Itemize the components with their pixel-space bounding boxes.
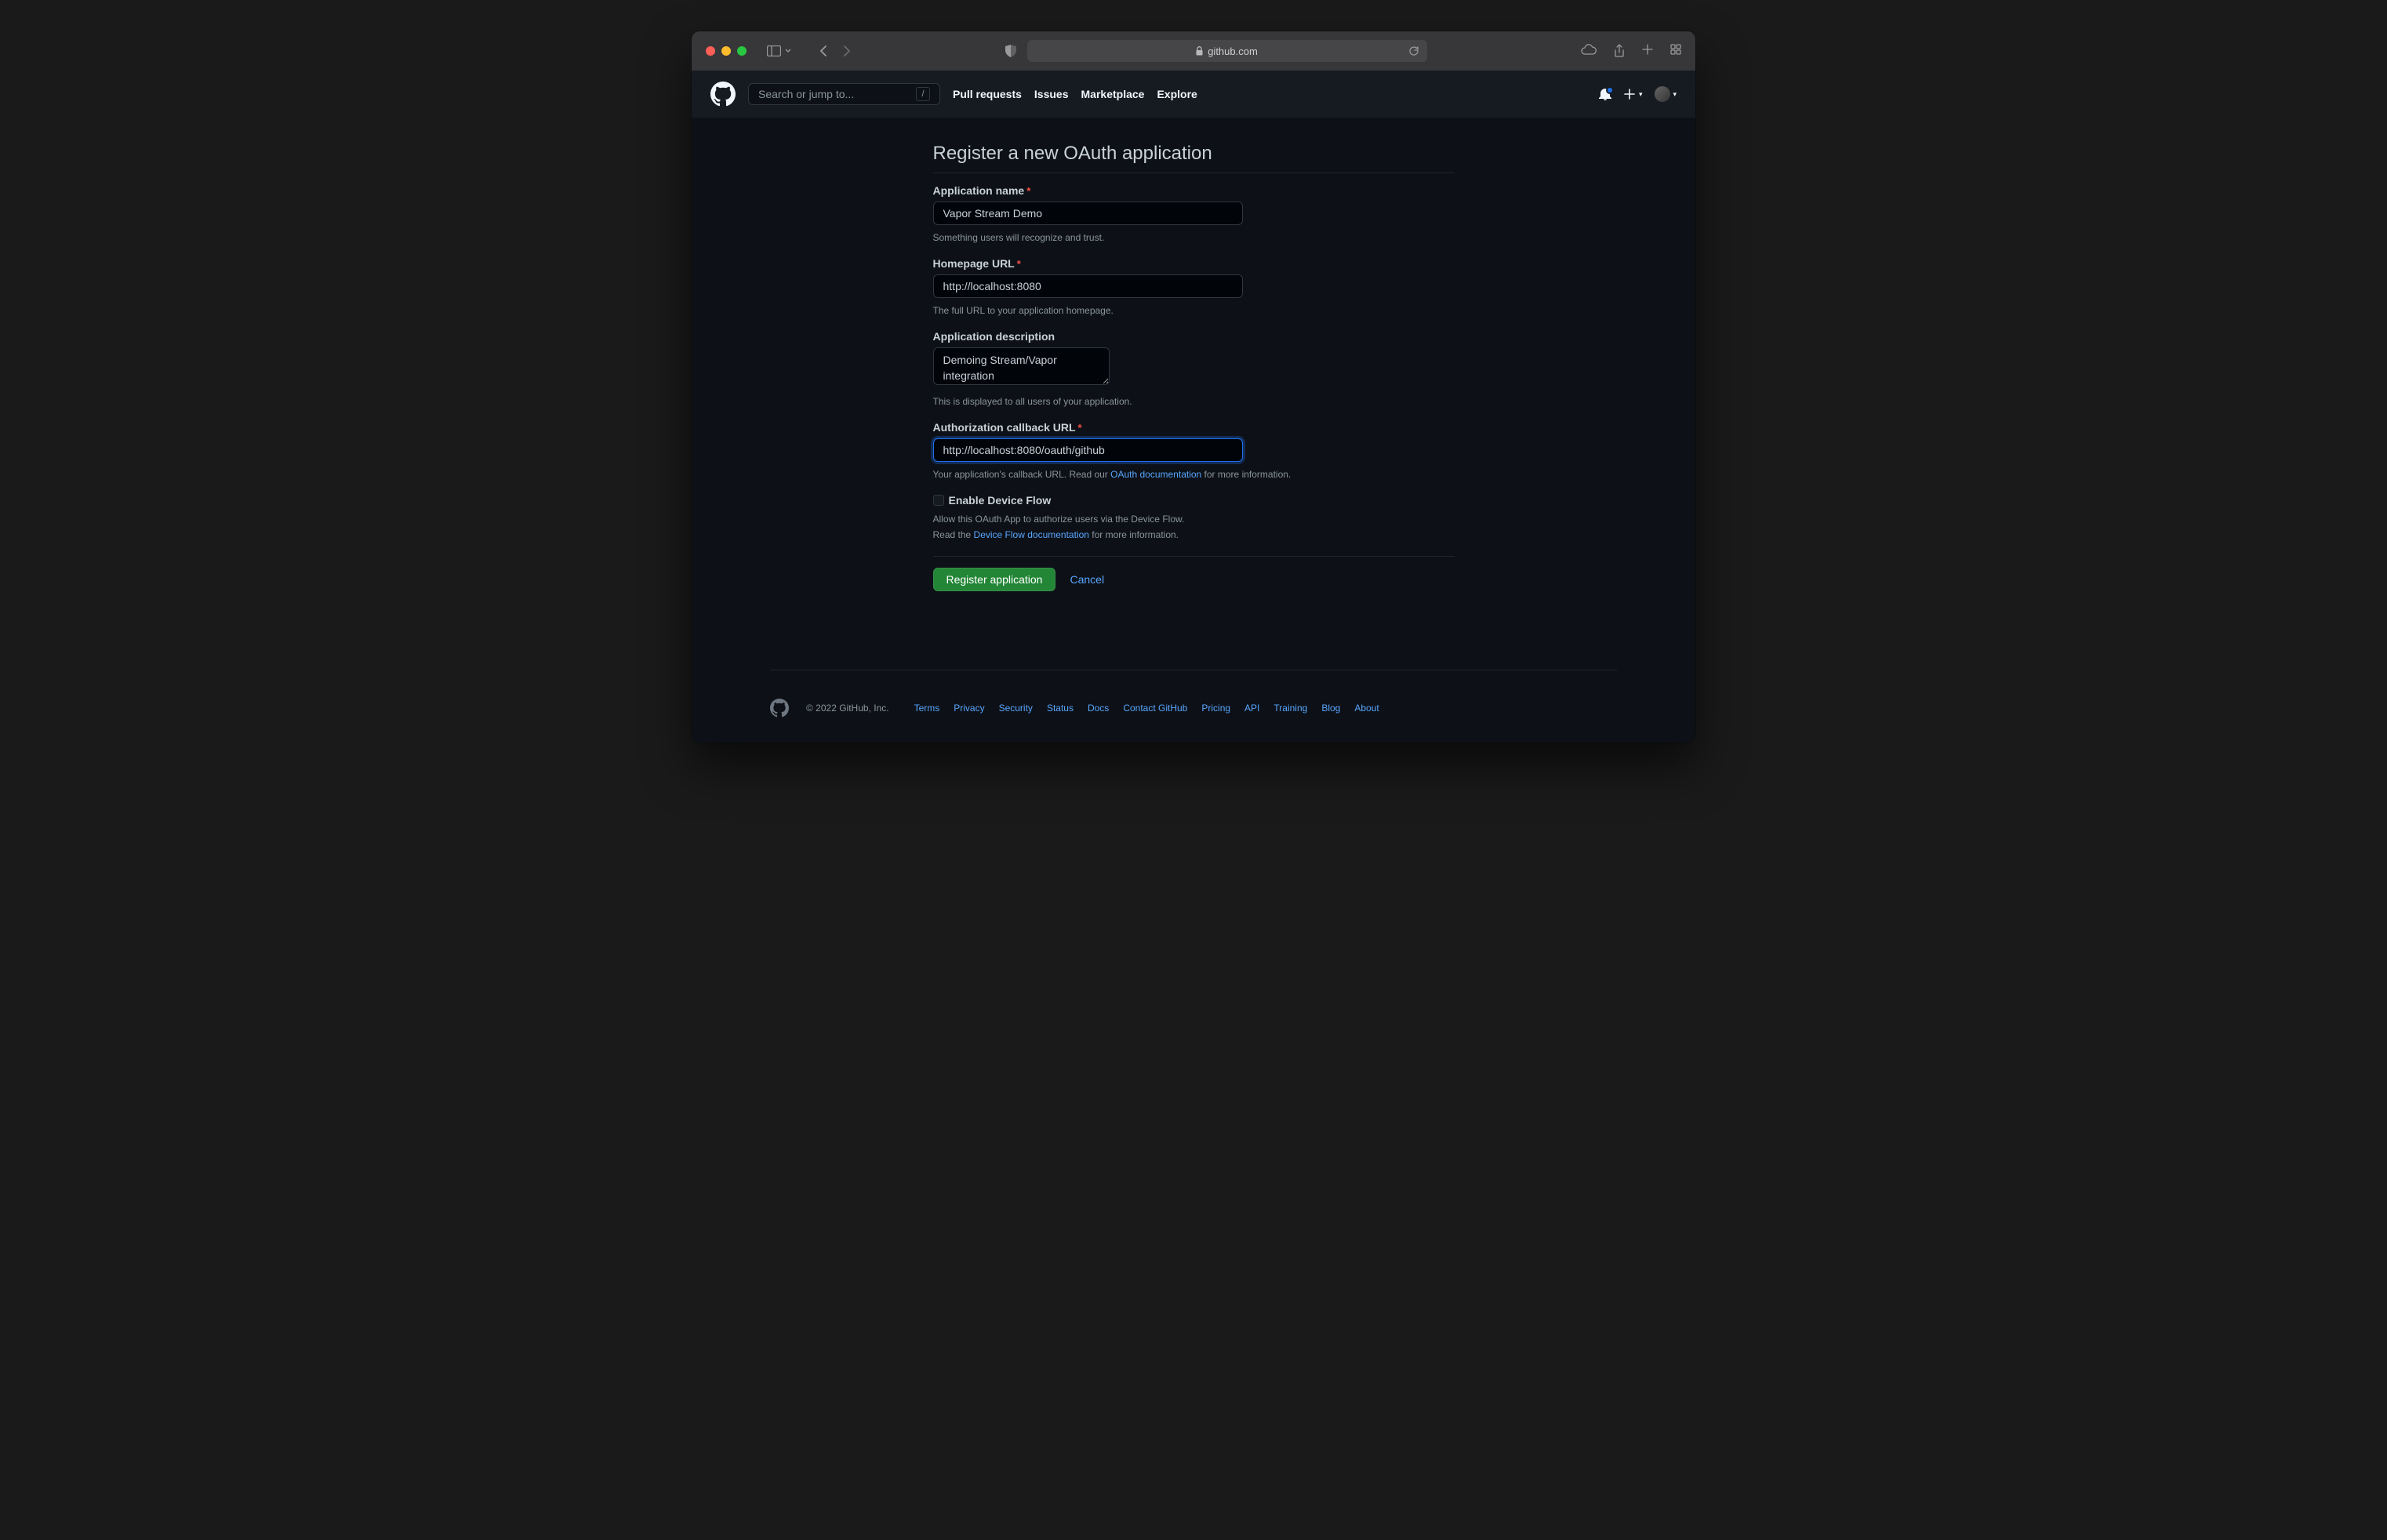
search-hotkey-badge: / <box>916 87 930 101</box>
primary-nav: Pull requests Issues Marketplace Explore <box>953 88 1197 100</box>
required-star: * <box>1026 185 1030 197</box>
footer-link-docs[interactable]: Docs <box>1088 703 1109 714</box>
avatar <box>1655 86 1670 102</box>
notification-dot <box>1606 86 1614 94</box>
divider <box>933 556 1455 557</box>
footer-link-contact[interactable]: Contact GitHub <box>1123 703 1187 714</box>
back-button[interactable] <box>819 45 827 57</box>
required-star: * <box>1017 258 1021 270</box>
notifications-button[interactable] <box>1599 88 1611 100</box>
github-header: Search or jump to... / Pull requests Iss… <box>692 71 1695 118</box>
homepage-url-label: Homepage URL* <box>933 257 1455 270</box>
description-hint: This is displayed to all users of your a… <box>933 394 1455 409</box>
privacy-shield-icon[interactable] <box>1005 45 1016 57</box>
new-tab-icon[interactable] <box>1642 44 1653 58</box>
forward-button[interactable] <box>843 45 851 57</box>
browser-window: github.com Search or jump to... / Pull r… <box>692 31 1695 743</box>
chevron-down-icon <box>785 49 791 53</box>
github-logo-icon[interactable] <box>710 82 736 107</box>
app-name-input[interactable] <box>933 202 1243 225</box>
reload-button[interactable] <box>1408 45 1419 56</box>
footer-link-privacy[interactable]: Privacy <box>954 703 984 714</box>
footer-link-about[interactable]: About <box>1354 703 1379 714</box>
nav-pull-requests[interactable]: Pull requests <box>953 88 1022 100</box>
create-new-menu[interactable]: ▾ <box>1624 89 1643 100</box>
footer-link-terms[interactable]: Terms <box>914 703 940 714</box>
callback-url-hint: Your application's callback URL. Read ou… <box>933 467 1455 481</box>
device-flow-hint-2: Read the Device Flow documentation for m… <box>933 528 1455 542</box>
callback-url-input[interactable] <box>933 438 1243 462</box>
lock-icon <box>1196 46 1203 56</box>
nav-marketplace[interactable]: Marketplace <box>1081 88 1145 100</box>
page-footer: © 2022 GitHub, Inc. Terms Privacy Securi… <box>692 651 1695 743</box>
nav-issues[interactable]: Issues <box>1034 88 1069 100</box>
cloud-icon[interactable] <box>1581 44 1597 58</box>
homepage-url-input[interactable] <box>933 274 1243 298</box>
footer-link-security[interactable]: Security <box>999 703 1033 714</box>
close-window-button[interactable] <box>706 46 715 56</box>
caret-down-icon: ▾ <box>1639 90 1643 99</box>
tabs-overview-icon[interactable] <box>1670 44 1681 58</box>
app-name-hint: Something users will recognize and trust… <box>933 231 1455 245</box>
description-textarea[interactable] <box>933 347 1110 385</box>
browser-toolbar: github.com <box>692 31 1695 71</box>
sidebar-toggle-button[interactable] <box>767 45 791 56</box>
minimize-window-button[interactable] <box>721 46 731 56</box>
homepage-url-hint: The full URL to your application homepag… <box>933 303 1455 318</box>
github-footer-logo-icon[interactable] <box>770 699 789 717</box>
user-menu[interactable]: ▾ <box>1655 86 1677 102</box>
oauth-docs-link[interactable]: OAuth documentation <box>1110 469 1201 480</box>
register-button[interactable]: Register application <box>933 568 1056 591</box>
footer-link-api[interactable]: API <box>1244 703 1259 714</box>
footer-link-pricing[interactable]: Pricing <box>1201 703 1230 714</box>
footer-link-status[interactable]: Status <box>1047 703 1074 714</box>
window-controls <box>706 46 747 56</box>
device-flow-checkbox[interactable] <box>933 495 944 506</box>
share-icon[interactable] <box>1614 44 1625 58</box>
caret-down-icon: ▾ <box>1673 90 1677 99</box>
description-label: Application description <box>933 330 1455 343</box>
footer-copyright: © 2022 GitHub, Inc. <box>806 703 889 714</box>
address-bar[interactable]: github.com <box>1027 40 1427 62</box>
device-flow-label: Enable Device Flow <box>949 494 1052 507</box>
callback-url-label: Authorization callback URL* <box>933 421 1455 434</box>
footer-link-training[interactable]: Training <box>1273 703 1307 714</box>
device-flow-docs-link[interactable]: Device Flow documentation <box>974 529 1089 540</box>
cancel-link[interactable]: Cancel <box>1070 573 1104 586</box>
page-content: Register a new OAuth application Applica… <box>692 118 1695 651</box>
footer-links: Terms Privacy Security Status Docs Conta… <box>914 703 1379 714</box>
url-text: github.com <box>1208 45 1258 57</box>
search-placeholder: Search or jump to... <box>758 88 854 100</box>
page-title: Register a new OAuth application <box>933 143 1455 165</box>
required-star: * <box>1078 422 1082 434</box>
device-flow-hint-1: Allow this OAuth App to authorize users … <box>933 512 1455 526</box>
footer-link-blog[interactable]: Blog <box>1321 703 1340 714</box>
app-name-label: Application name* <box>933 184 1455 197</box>
nav-arrows <box>819 45 851 57</box>
maximize-window-button[interactable] <box>737 46 747 56</box>
nav-explore[interactable]: Explore <box>1157 88 1197 100</box>
search-input[interactable]: Search or jump to... / <box>748 83 940 105</box>
